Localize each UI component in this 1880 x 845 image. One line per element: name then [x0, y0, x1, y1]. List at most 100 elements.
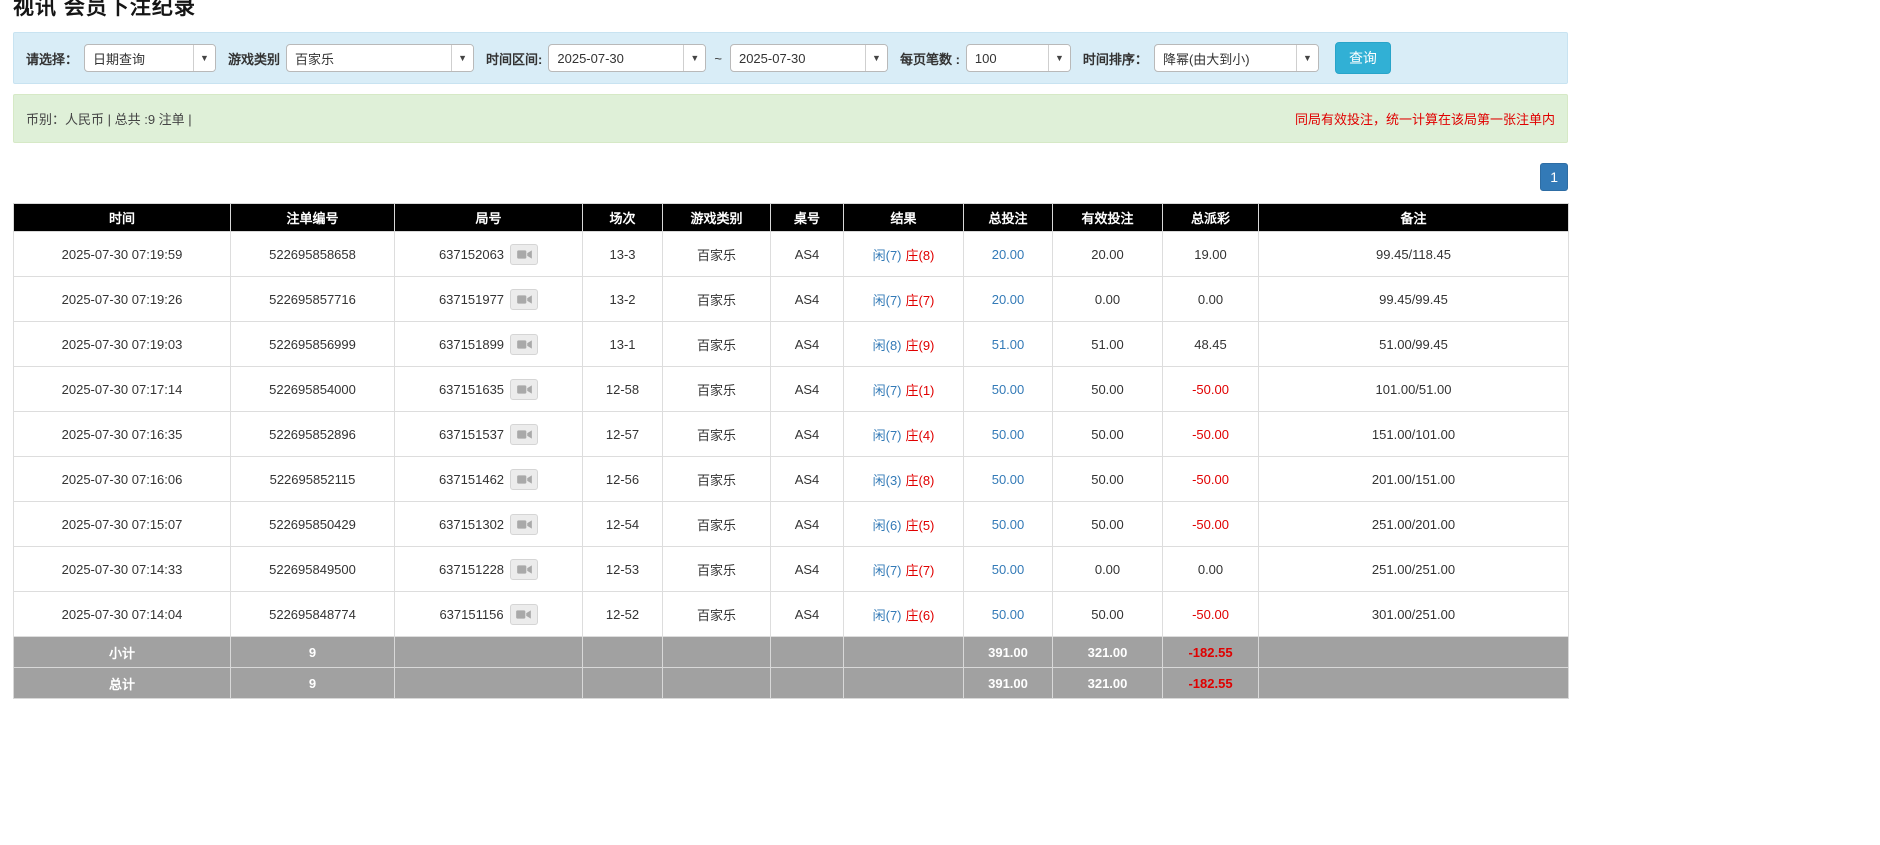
round-id-text: 637151635	[438, 381, 505, 397]
query-type-select[interactable]: 日期查询 ▼	[84, 44, 217, 72]
total-bet-link[interactable]: 20.00	[992, 247, 1025, 262]
cell-game-type: 百家乐	[662, 276, 771, 322]
summary-bar: 币别：人民币 | 总共 :9 注单 | 同局有效投注，统一计算在该局第一张注单内	[13, 94, 1568, 143]
game-type-select[interactable]: 百家乐 ▼	[286, 44, 475, 72]
video-replay-button[interactable]	[510, 558, 539, 580]
cell-time: 2025-07-30 07:16:06	[13, 456, 231, 502]
game-type-label: 游戏类别	[228, 51, 281, 67]
chevron-down-icon[interactable]: ▼	[451, 45, 474, 71]
date-from-input[interactable]: 2025-07-30 ▼	[548, 44, 707, 72]
header-bet-id: 注单编号	[230, 203, 395, 232]
date-to-value: 2025-07-30	[738, 50, 806, 66]
cell-result: 闲(6) 庄(5)	[843, 501, 964, 547]
total-bet-link[interactable]: 50.00	[992, 472, 1025, 487]
valid-bet-notice: 同局有效投注，统一计算在该局第一张注单内	[1294, 112, 1555, 127]
total-bet-link[interactable]: 50.00	[992, 607, 1025, 622]
table-row: 2025-07-30 07:17:14 522695854000 6371516…	[13, 366, 1569, 412]
cell-round-id: 637151462	[394, 456, 583, 502]
result-banker: 庄(7)	[905, 292, 935, 308]
video-camera-icon	[516, 294, 532, 304]
cell-note: 101.00/51.00	[1258, 366, 1569, 412]
chevron-down-icon[interactable]: ▼	[683, 45, 706, 71]
result-player: 闲(7)	[872, 382, 902, 398]
total-valid-bet: 321.00	[1052, 667, 1163, 699]
video-camera-icon	[516, 249, 532, 259]
sort-order-select[interactable]: 降幂(由大到小) ▼	[1153, 44, 1319, 72]
cell-valid-bet: 0.00	[1052, 546, 1163, 592]
cell-session: 13-1	[582, 321, 663, 367]
video-replay-button[interactable]	[510, 378, 539, 400]
cell-time: 2025-07-30 07:16:35	[13, 411, 231, 457]
time-range-label: 时间区间:	[486, 51, 543, 67]
cell-game-type: 百家乐	[662, 366, 771, 412]
chevron-down-icon[interactable]: ▼	[193, 45, 216, 71]
cell-table-no: AS4	[770, 366, 844, 412]
result-player: 闲(7)	[872, 247, 902, 263]
total-total-bet: 391.00	[963, 667, 1053, 699]
video-replay-button[interactable]	[510, 468, 539, 490]
cell-valid-bet: 50.00	[1052, 456, 1163, 502]
empty-cell	[662, 636, 771, 668]
cell-bet-id: 522695852896	[230, 411, 395, 457]
chevron-down-icon[interactable]: ▼	[1047, 45, 1070, 71]
chevron-down-icon[interactable]: ▼	[1295, 45, 1318, 71]
cell-time: 2025-07-30 07:19:26	[13, 276, 231, 322]
video-camera-icon	[516, 384, 532, 394]
total-bet-link[interactable]: 50.00	[992, 427, 1025, 442]
header-game-type: 游戏类别	[662, 203, 771, 232]
video-replay-button[interactable]	[510, 288, 539, 310]
subtotal-valid-bet: 321.00	[1052, 636, 1163, 668]
cell-round-id: 637151302	[394, 501, 583, 547]
table-row: 2025-07-30 07:19:26 522695857716 6371519…	[13, 276, 1569, 322]
cell-result: 闲(7) 庄(6)	[843, 591, 964, 637]
cell-time: 2025-07-30 07:14:04	[13, 591, 231, 637]
cell-table-no: AS4	[770, 231, 844, 277]
table-row: 2025-07-30 07:16:06 522695852115 6371514…	[13, 456, 1569, 502]
total-bet-link[interactable]: 50.00	[992, 382, 1025, 397]
cell-valid-bet: 51.00	[1052, 321, 1163, 367]
total-bet-link[interactable]: 20.00	[992, 292, 1025, 307]
video-replay-button[interactable]	[510, 423, 539, 445]
cell-valid-bet: 50.00	[1052, 411, 1163, 457]
cell-round-id: 637151156	[394, 591, 583, 637]
cell-time: 2025-07-30 07:14:33	[13, 546, 231, 592]
empty-cell	[770, 636, 844, 668]
total-bet-link[interactable]: 50.00	[992, 562, 1025, 577]
date-to-input[interactable]: 2025-07-30 ▼	[729, 44, 888, 72]
video-replay-button[interactable]	[510, 333, 539, 355]
header-time: 时间	[13, 203, 231, 232]
cell-note: 251.00/251.00	[1258, 546, 1569, 592]
pagination: 1	[13, 163, 1568, 191]
table-row: 2025-07-30 07:14:33 522695849500 6371512…	[13, 546, 1569, 592]
search-button[interactable]: 查询	[1334, 42, 1391, 74]
page-size-select[interactable]: 100 ▼	[965, 44, 1071, 72]
video-replay-button[interactable]	[509, 603, 538, 625]
page-1-button[interactable]: 1	[1540, 163, 1568, 191]
cell-payout: -50.00	[1162, 411, 1259, 457]
total-bet-link[interactable]: 51.00	[992, 337, 1025, 352]
query-type-label: 请选择：	[26, 51, 79, 67]
result-player: 闲(7)	[872, 427, 902, 443]
round-id-text: 637151899	[438, 336, 505, 352]
total-bet-link[interactable]: 50.00	[992, 517, 1025, 532]
date-separator: ~	[714, 50, 722, 66]
round-id-text: 637151228	[438, 561, 505, 577]
video-replay-button[interactable]	[510, 513, 539, 535]
result-banker: 庄(9)	[905, 337, 935, 353]
cell-round-id: 637151899	[394, 321, 583, 367]
empty-cell	[662, 667, 771, 699]
result-player: 闲(7)	[872, 562, 902, 578]
cell-round-id: 637151977	[394, 276, 583, 322]
round-id-text: 637151302	[438, 516, 505, 532]
cell-game-type: 百家乐	[662, 591, 771, 637]
subtotal-payout: -182.55	[1162, 636, 1259, 668]
subtotal-row: 小计 9 391.00 321.00 -182.55	[13, 636, 1569, 668]
cell-session: 12-56	[582, 456, 663, 502]
cell-bet-id: 522695849500	[230, 546, 395, 592]
cell-note: 251.00/201.00	[1258, 501, 1569, 547]
cell-bet-id: 522695854000	[230, 366, 395, 412]
video-replay-button[interactable]	[510, 243, 539, 265]
cell-total-bet: 51.00	[963, 321, 1053, 367]
chevron-down-icon[interactable]: ▼	[864, 45, 887, 71]
cell-total-bet: 20.00	[963, 276, 1053, 322]
